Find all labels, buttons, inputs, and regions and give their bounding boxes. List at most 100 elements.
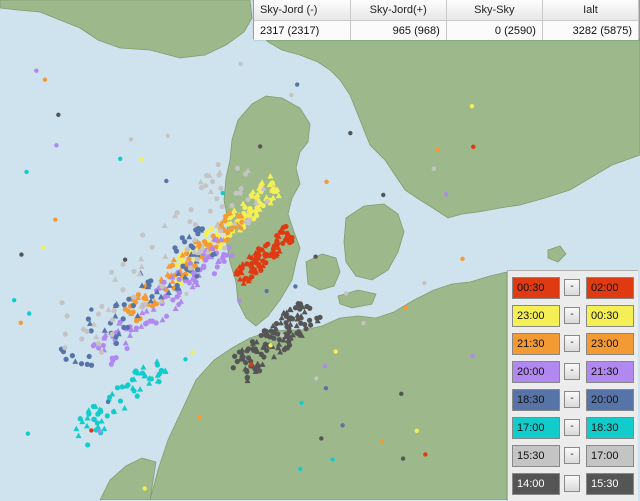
lightning-strike-marker <box>348 130 353 136</box>
lightning-strike-marker <box>120 316 126 322</box>
lightning-strike-marker <box>244 348 250 354</box>
lightning-strike-marker <box>262 332 269 338</box>
lightning-strike-marker <box>253 258 259 264</box>
lightning-strike-marker <box>264 288 269 294</box>
lightning-strike-marker <box>274 238 280 244</box>
lightning-strike-marker <box>242 171 249 177</box>
legend-toggle-button[interactable] <box>564 475 580 492</box>
lightning-strike-marker <box>11 298 17 303</box>
lightning-strike-marker <box>286 325 292 331</box>
lightning-strike-marker <box>98 407 104 414</box>
lightning-strike-marker <box>106 394 113 400</box>
legend-row: 15:30 - 17:00 <box>512 445 636 467</box>
lightning-strike-marker <box>109 331 115 338</box>
lightning-strike-marker <box>130 303 136 309</box>
legend-toggle-button[interactable]: - <box>564 335 580 352</box>
header-total[interactable]: Ialt <box>542 0 640 21</box>
lightning-strike-marker <box>90 403 96 410</box>
header-sky-jord-positive[interactable]: Sky-Jord(+) <box>350 0 447 21</box>
legend-row: 14:00 15:30 <box>512 473 636 495</box>
lightning-strike-marker <box>18 320 23 325</box>
legend-toggle-button[interactable]: - <box>564 363 580 380</box>
lightning-strike-marker <box>19 252 24 257</box>
value-total: 3282 (5875) <box>542 20 640 40</box>
lightning-strike-marker <box>381 192 386 198</box>
lightning-strike-marker <box>118 156 123 161</box>
lightning-strike-marker <box>289 92 294 98</box>
lightning-strike-marker <box>330 457 335 462</box>
lightning-strike-marker <box>244 369 250 375</box>
lightning-strike-marker <box>80 326 87 332</box>
lightning-strike-marker <box>314 376 319 381</box>
lightning-strike-marker <box>134 393 140 399</box>
legend-start-time: 14:00 <box>512 473 560 495</box>
lightning-strike-marker <box>119 384 125 390</box>
lightning-strike-marker <box>251 269 258 275</box>
lightning-strike-marker <box>232 353 238 359</box>
lightning-strike-marker <box>288 236 294 242</box>
lightning-strike-marker <box>111 308 117 314</box>
lightning-strike-marker <box>324 179 329 185</box>
lightning-strike-marker <box>257 144 263 149</box>
lightning-strike-marker <box>343 291 349 296</box>
lightning-strike-marker <box>268 343 273 348</box>
lightning-strike-marker <box>78 361 85 367</box>
lightning-strike-marker <box>95 311 102 317</box>
lightning-strike-marker <box>215 161 221 168</box>
lightning-strike-marker <box>198 185 205 191</box>
lightning-strike-marker <box>218 185 224 191</box>
lightning-strike-marker <box>279 229 285 235</box>
lightning-strike-marker <box>242 204 248 211</box>
lightning-strike-marker <box>380 439 385 444</box>
lightning-strike-marker <box>138 156 144 162</box>
lightning-strike-marker <box>104 413 110 419</box>
lightning-strike-marker <box>229 253 235 259</box>
lightning-strike-marker <box>217 228 224 234</box>
header-sky-sky[interactable]: Sky-Sky <box>446 0 543 21</box>
lightning-strike-marker <box>24 169 29 175</box>
legend-toggle-button[interactable]: - <box>564 279 580 296</box>
lightning-strike-marker <box>124 345 130 352</box>
lightning-strike-marker <box>27 311 32 316</box>
lightning-strike-marker <box>214 264 220 270</box>
legend-toggle-button[interactable]: - <box>564 307 580 324</box>
lightning-strike-marker <box>188 207 194 213</box>
legend-toggle-button[interactable]: - <box>564 391 580 408</box>
legend-end-time: 21:30 <box>586 361 634 383</box>
lightning-strike-marker <box>216 172 222 178</box>
lightning-strike-marker <box>62 345 68 351</box>
lightning-strike-marker <box>114 385 121 391</box>
lightning-strike-marker <box>283 313 289 319</box>
legend-end-time: 02:00 <box>586 277 634 299</box>
lightning-strike-marker <box>135 292 141 298</box>
lightning-strike-marker <box>340 423 345 428</box>
legend-row: 18:30 - 20:00 <box>512 389 636 411</box>
time-legend: 00:30 - 02:00 23:00 - 00:30 21:30 - 23:0… <box>507 270 638 501</box>
lightning-strike-marker <box>108 361 114 367</box>
lightning-strike-marker <box>69 353 75 359</box>
lightning-strike-marker <box>109 269 115 275</box>
lightning-strike-marker <box>264 198 271 204</box>
legend-toggle-button[interactable]: - <box>564 419 580 436</box>
lightning-strike-marker <box>97 428 103 434</box>
lightning-strike-marker <box>275 331 281 337</box>
lightning-strike-marker <box>174 210 180 216</box>
lightning-strike-marker <box>400 456 406 461</box>
legend-start-time: 17:00 <box>512 417 560 439</box>
lightning-strike-marker <box>34 68 39 73</box>
lightning-strike-marker <box>111 409 117 415</box>
lightning-strike-marker <box>220 190 225 196</box>
legend-toggle-button[interactable]: - <box>564 447 580 464</box>
legend-end-time: 15:30 <box>586 473 634 495</box>
lightning-strike-marker <box>121 324 127 331</box>
lightning-strike-marker <box>293 284 298 289</box>
lightning-strike-marker <box>113 340 120 347</box>
lightning-strike-marker <box>176 301 182 308</box>
lightning-strike-marker <box>94 420 100 426</box>
lightning-strike-marker <box>149 244 155 250</box>
lightning-strike-marker <box>234 165 241 171</box>
lightning-strike-marker <box>303 326 309 332</box>
lightning-strike-marker <box>207 208 213 214</box>
lightning-strike-marker <box>98 349 105 355</box>
header-sky-jord-negative[interactable]: Sky-Jord (-) <box>254 0 351 21</box>
